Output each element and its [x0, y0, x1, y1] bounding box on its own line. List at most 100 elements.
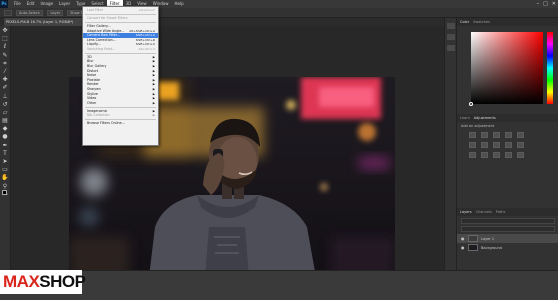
collapsed-panel-strip — [444, 18, 456, 270]
layer-row[interactable]: ● Layer 1 — [457, 234, 558, 243]
menu-image[interactable]: Image — [37, 0, 56, 8]
path-selection-tool-icon[interactable]: ➤ — [2, 159, 9, 165]
auto-select-label[interactable]: Auto-Select: — [16, 9, 44, 16]
watermark-text: MAXSHOP — [3, 272, 86, 291]
menu-edit[interactable]: Edit — [24, 0, 38, 8]
layer-name: Background — [481, 245, 502, 250]
gradient-tool-icon[interactable]: ▤ — [2, 118, 9, 124]
channel-mixer-icon[interactable] — [517, 142, 524, 148]
move-tool-icon[interactable]: ✥ — [2, 28, 9, 34]
foreground-color-swatch[interactable] — [2, 190, 7, 195]
move-tool-preset-icon[interactable] — [4, 9, 12, 16]
eye-icon[interactable]: ● — [461, 245, 465, 250]
lasso-tool-icon[interactable]: ℓ — [2, 44, 9, 50]
submenu-arrow-icon: ▶ — [152, 100, 155, 105]
window-controls: – □ ✕ — [537, 0, 556, 8]
tab-paths[interactable]: Paths — [496, 210, 506, 214]
minimize-icon[interactable]: – — [537, 0, 540, 8]
black-white-icon[interactable] — [493, 142, 500, 148]
healing-brush-tool-icon[interactable]: ✚ — [2, 77, 9, 83]
maxshop-watermark-logo: MAXSHOP — [0, 270, 86, 294]
brightness-contrast-icon[interactable] — [469, 132, 476, 138]
menu-item-other[interactable]: Other ▶ — [83, 101, 158, 106]
quick-select-tool-icon[interactable]: ✎ — [2, 52, 9, 59]
adjustments-label: Add an adjustment — [461, 124, 495, 128]
libraries-panel-icon[interactable] — [446, 45, 455, 51]
eraser-tool-icon[interactable]: ▱ — [2, 109, 9, 116]
selective-color-icon[interactable] — [517, 152, 524, 158]
type-tool-icon[interactable]: T — [2, 150, 9, 157]
color-balance-icon[interactable] — [481, 142, 488, 148]
close-icon[interactable]: ✕ — [552, 0, 556, 8]
menu-item-nik-collection[interactable]: Nik Collection ▶ — [83, 113, 158, 118]
menu-layer[interactable]: Layer — [56, 0, 73, 8]
layers-panel-tabs: Layers Channels Paths — [457, 208, 558, 216]
threshold-icon[interactable] — [493, 152, 500, 158]
properties-panel-icon[interactable] — [446, 34, 455, 40]
blur-tool-icon[interactable]: ◆ — [2, 126, 9, 132]
filter-menu: Last Filter Alt+Ctrl+F Convert for Smart … — [82, 6, 159, 146]
adjustments-panel: Learn Adjustments Add an adjustment — [457, 114, 558, 160]
gradient-map-icon[interactable] — [505, 152, 512, 158]
hue-slider[interactable] — [547, 32, 553, 104]
tab-learn[interactable]: Learn — [460, 116, 470, 120]
menu-separator — [85, 21, 156, 23]
tab-color[interactable]: Color — [460, 20, 469, 24]
blend-mode-bar[interactable] — [461, 226, 555, 232]
layer-row[interactable]: ● Background — [457, 243, 558, 252]
menu-separator — [85, 13, 156, 15]
exposure-icon[interactable] — [505, 132, 512, 138]
document-tab[interactable]: PEXELS-PIX-B 16.7% (Layer 1, RGB/8*) — [4, 18, 84, 26]
tab-channels[interactable]: Channels — [476, 210, 492, 214]
tab-layers[interactable]: Layers — [460, 210, 472, 214]
menu-item-vanishing-point[interactable]: Vanishing Point... Alt+Ctrl+V — [83, 47, 158, 52]
hand-tool-icon[interactable]: ✋ — [1, 175, 8, 181]
color-picker-cursor[interactable] — [469, 102, 473, 106]
layer-thumbnail — [468, 244, 478, 251]
menu-item-last-filter[interactable]: Last Filter Alt+Ctrl+F — [83, 8, 158, 13]
canvas-workspace[interactable] — [11, 26, 444, 294]
shape-tool-icon[interactable]: ▭ — [2, 167, 9, 173]
clone-stamp-tool-icon[interactable]: ⊥ — [2, 93, 9, 100]
brush-tool-icon[interactable]: ✐ — [2, 85, 9, 91]
color-picker-field[interactable] — [471, 32, 543, 104]
menu-separator — [85, 52, 156, 54]
marquee-tool-icon[interactable]: ⬚ — [2, 36, 9, 42]
levels-icon[interactable] — [481, 132, 488, 138]
photoshop-logo-icon: Ps — [0, 0, 8, 8]
curves-icon[interactable] — [493, 132, 500, 138]
menu-help[interactable]: Help — [171, 0, 186, 8]
layer-name: Layer 1 — [481, 236, 495, 241]
menu-separator — [85, 106, 156, 108]
history-panel-icon[interactable] — [446, 23, 455, 29]
submenu-arrow-icon: ▶ — [152, 113, 155, 118]
tab-adjustments[interactable]: Adjustments — [474, 116, 496, 120]
adjustment-icons-grid — [457, 130, 558, 160]
tools-panel: ✥ ⬚ ℓ ✎ ⌗ ⁄ ✚ ✐ ⊥ ↺ ▱ ▤ ◆ ● ✒ T ➤ ▭ ✋ ⚲ … — [0, 26, 11, 270]
photo-filter-icon[interactable] — [505, 142, 512, 148]
posterize-icon[interactable] — [481, 152, 488, 158]
maximize-icon[interactable]: □ — [543, 0, 548, 8]
menu-item-browse-filters-online[interactable]: Browse Filters Online... — [83, 121, 158, 126]
invert-icon[interactable] — [469, 152, 476, 158]
layers-panel: Layers Channels Paths ● Layer 1 ● Backgr… — [457, 208, 558, 270]
history-brush-tool-icon[interactable]: ↺ — [2, 101, 9, 108]
zoom-tool-icon[interactable]: ⚲ — [2, 183, 9, 190]
menu-separator — [85, 119, 156, 121]
layer-filter-bar[interactable] — [461, 218, 555, 224]
color-panel-tabs: Color Swatches — [457, 18, 558, 26]
layer-thumbnail — [468, 235, 478, 242]
auto-select-target-dropdown[interactable]: Layer — [47, 9, 64, 16]
eyedropper-tool-icon[interactable]: ⁄ — [2, 68, 9, 75]
pen-tool-icon[interactable]: ✒ — [2, 142, 9, 149]
adjustments-panel-tabs: Learn Adjustments — [457, 114, 558, 122]
dodge-tool-icon[interactable]: ● — [2, 134, 9, 140]
crop-tool-icon[interactable]: ⌗ — [2, 60, 9, 67]
eye-icon[interactable]: ● — [461, 236, 465, 241]
hue-saturation-icon[interactable] — [469, 142, 476, 148]
vibrance-icon[interactable] — [517, 132, 524, 138]
tab-swatches[interactable]: Swatches — [473, 20, 490, 24]
menu-item-convert-smart-filters[interactable]: Convert for Smart Filters — [83, 16, 158, 21]
menu-file[interactable]: File — [11, 0, 24, 8]
right-panels: Color Swatches Learn Adjustments Add an … — [456, 18, 558, 270]
